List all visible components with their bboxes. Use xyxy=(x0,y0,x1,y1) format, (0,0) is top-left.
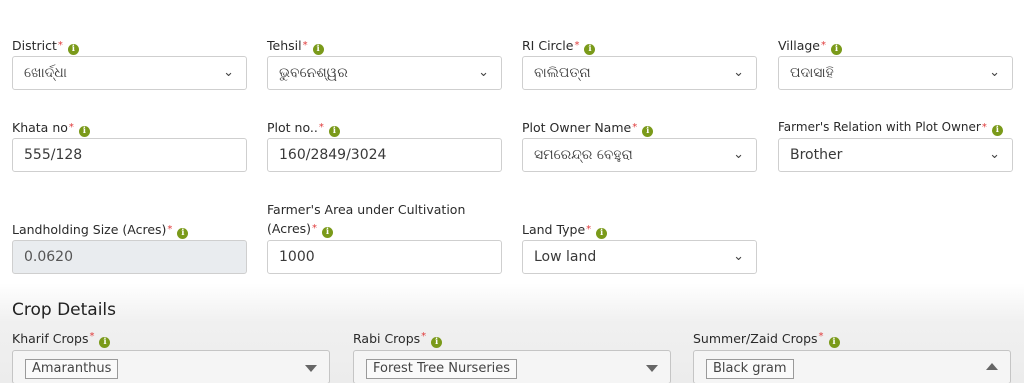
tehsil-value: ଭୁବନେଶ୍ୱର xyxy=(279,65,348,81)
chevron-down-icon: ⌄ xyxy=(989,147,1000,162)
khata-no-label: Khata no xyxy=(12,120,68,135)
relation-select[interactable]: Brother ⌄ xyxy=(778,138,1013,172)
chevron-down-icon: ⌄ xyxy=(478,65,489,80)
rabi-selected-tag[interactable]: Forest Tree Nurseries xyxy=(366,359,518,379)
required-mark: * xyxy=(981,122,987,133)
land-type-label: Land Type xyxy=(522,222,586,237)
info-icon[interactable]: i xyxy=(99,337,111,348)
info-icon[interactable]: i xyxy=(830,44,842,55)
required-mark: * xyxy=(574,40,580,51)
landholding-field: Landholding Size (Acres)* i 0.0620 xyxy=(12,220,247,274)
plot-owner-value: ସମରେନ୍ଦ୍ର ବେହୁରା xyxy=(534,147,633,163)
landholding-label: Landholding Size (Acres) xyxy=(12,222,167,237)
required-mark: * xyxy=(312,223,318,234)
district-label: District xyxy=(12,38,57,53)
plot-owner-field: Plot Owner Name* i ସମରେନ୍ଦ୍ର ବେହୁରା ⌄ xyxy=(522,118,757,172)
caret-up-icon xyxy=(986,363,998,370)
village-field: Village* i ପଦାସାହି ⌄ xyxy=(778,36,1013,90)
land-type-value: Low land xyxy=(534,249,597,265)
ri-circle-field: RI Circle* i ବାଲିପତ୍ନା ⌄ xyxy=(522,36,757,90)
village-label: Village xyxy=(778,38,820,53)
ri-circle-select[interactable]: ବାଲିପତ୍ନା ⌄ xyxy=(522,56,757,90)
required-mark: * xyxy=(302,40,308,51)
summer-label: Summer/Zaid Crops xyxy=(693,331,818,346)
cultivation-label-line1: Farmer's Area under Cultivation xyxy=(267,202,466,217)
required-mark: * xyxy=(57,40,63,51)
ri-circle-label: RI Circle xyxy=(522,38,574,53)
cultivation-label-line2: (Acres) xyxy=(267,221,312,236)
kharif-label-group: Kharif Crops* i xyxy=(12,331,111,348)
required-mark: * xyxy=(318,122,324,133)
crop-details-title: Crop Details xyxy=(12,300,117,320)
kharif-selected-tag[interactable]: Amaranthus xyxy=(25,359,119,379)
summer-crops-select[interactable]: Black gram xyxy=(693,350,1011,383)
district-field: District* i ଖୋର୍ଦ୍ଧା ⌄ xyxy=(12,36,247,90)
info-icon[interactable]: i xyxy=(991,125,1003,136)
info-icon[interactable]: i xyxy=(312,44,324,55)
relation-field: Farmer's Relation with Plot Owner* i Brot… xyxy=(778,118,1013,172)
info-icon[interactable]: i xyxy=(596,228,608,239)
plot-no-field: Plot no..* i 160/2849/3024 xyxy=(267,118,502,172)
info-icon[interactable]: i xyxy=(642,126,654,137)
landholding-input: 0.0620 xyxy=(12,240,247,274)
district-value: ଖୋର୍ଦ୍ଧା xyxy=(24,65,67,81)
info-icon[interactable]: i xyxy=(67,44,79,55)
summer-selected-tag[interactable]: Black gram xyxy=(706,359,794,379)
chevron-down-icon: ⌄ xyxy=(733,249,744,264)
required-mark: * xyxy=(632,122,638,133)
info-icon[interactable]: i xyxy=(328,126,340,137)
village-value: ପଦାସାହି xyxy=(790,65,834,81)
info-icon[interactable]: i xyxy=(828,337,840,348)
info-icon[interactable]: i xyxy=(78,126,90,137)
plot-no-label: Plot no.. xyxy=(267,120,318,135)
rabi-label-group: Rabi Crops* i xyxy=(353,331,443,348)
required-mark: * xyxy=(68,122,74,133)
required-mark: * xyxy=(586,224,592,235)
chevron-down-icon: ⌄ xyxy=(989,65,1000,80)
info-icon[interactable]: i xyxy=(584,44,596,55)
land-type-select[interactable]: Low land ⌄ xyxy=(522,240,757,274)
plot-owner-label: Plot Owner Name xyxy=(522,120,632,135)
plot-no-input[interactable]: 160/2849/3024 xyxy=(267,138,502,172)
ri-circle-value: ବାଲିପତ୍ନା xyxy=(534,65,591,81)
required-mark: * xyxy=(421,331,427,342)
tehsil-field: Tehsil* i ଭୁବନେଶ୍ୱର ⌄ xyxy=(267,36,502,90)
info-icon[interactable]: i xyxy=(322,227,334,238)
cultivation-input[interactable]: 1000 xyxy=(267,240,502,274)
district-select[interactable]: ଖୋର୍ଦ୍ଧା ⌄ xyxy=(12,56,247,90)
chevron-down-icon: ⌄ xyxy=(733,147,744,162)
summer-label-group: Summer/Zaid Crops* i xyxy=(693,331,840,348)
required-mark: * xyxy=(89,331,95,342)
relation-value: Brother xyxy=(790,147,843,163)
info-icon[interactable]: i xyxy=(431,337,443,348)
khata-no-field: Khata no* i 555/128 xyxy=(12,118,247,172)
tehsil-select[interactable]: ଭୁବନେଶ୍ୱର ⌄ xyxy=(267,56,502,90)
required-mark: * xyxy=(167,224,173,235)
rabi-label: Rabi Crops xyxy=(353,331,421,346)
plot-owner-select[interactable]: ସମରେନ୍ଦ୍ର ବେହୁରା ⌄ xyxy=(522,138,757,172)
kharif-crops-select[interactable]: Amaranthus xyxy=(12,350,330,383)
info-icon[interactable]: i xyxy=(177,228,189,239)
tehsil-label: Tehsil xyxy=(267,38,302,53)
khata-no-input[interactable]: 555/128 xyxy=(12,138,247,172)
chevron-down-icon: ⌄ xyxy=(223,65,234,80)
rabi-crops-select[interactable]: Forest Tree Nurseries xyxy=(353,350,671,383)
required-mark: * xyxy=(820,40,826,51)
kharif-label: Kharif Crops xyxy=(12,331,89,346)
land-type-field: Land Type* i Low land ⌄ xyxy=(522,220,757,274)
cultivation-field: Farmer's Area under Cultivation (Acres)*… xyxy=(267,200,502,274)
chevron-down-icon: ⌄ xyxy=(733,65,744,80)
caret-down-icon xyxy=(305,365,317,372)
village-select[interactable]: ପଦାସାହି ⌄ xyxy=(778,56,1013,90)
required-mark: * xyxy=(818,331,824,342)
relation-label: Farmer's Relation with Plot Owner xyxy=(778,120,981,134)
caret-down-icon xyxy=(646,365,658,372)
